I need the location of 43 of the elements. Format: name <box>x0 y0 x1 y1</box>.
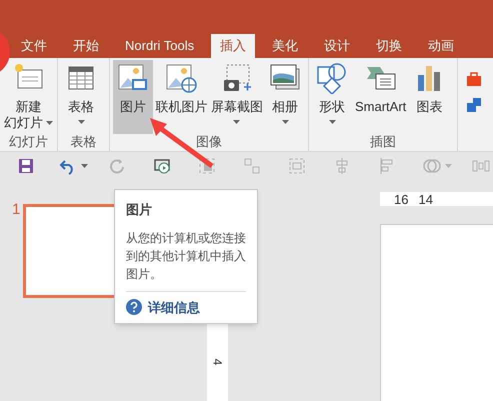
slide-number: 1 <box>12 202 20 217</box>
store-button[interactable] <box>466 71 482 87</box>
save-button[interactable] <box>17 157 35 175</box>
ribbon-tab[interactable]: 切换 <box>367 34 412 58</box>
selection-icon <box>288 157 306 175</box>
shapes-icon <box>316 62 348 94</box>
ribbon-button[interactable]: 相册 <box>265 60 305 134</box>
ribbon-tab[interactable]: 文件 <box>12 34 56 58</box>
tooltip-description: 从您的计算机或您连接到的其他计算机中插入图片。 <box>126 228 246 292</box>
add-in-button[interactable] <box>466 97 482 113</box>
ribbon-button[interactable]: 表格 <box>61 60 101 134</box>
help-link[interactable]: 详细信息 <box>126 292 246 317</box>
group-label: 表格 <box>70 134 98 151</box>
tooltip-title: 图片 <box>126 201 153 219</box>
ruler-number: 4 <box>212 358 224 366</box>
ribbon-button[interactable]: 图片 <box>113 60 153 134</box>
overlapping-circles-icon <box>423 157 441 175</box>
group-label: 幻灯片 <box>8 134 49 151</box>
ribbon-tab[interactable]: Nordri Tools <box>116 34 204 58</box>
ungroup-icon <box>243 157 261 175</box>
ruler-number: 14 <box>418 192 433 206</box>
ribbon-tab[interactable]: 开始 <box>64 34 108 58</box>
help-icon <box>126 299 142 316</box>
ribbon-button[interactable]: 新建 幻灯片 <box>3 60 54 134</box>
ribbon-button[interactable]: SmartArt <box>353 60 408 134</box>
ribbon-tab[interactable]: 美化 <box>263 34 308 58</box>
ribbon-tab[interactable]: 插入 <box>211 34 256 58</box>
group-label: 图像 <box>195 134 223 151</box>
redo-icon <box>108 157 126 175</box>
ribbon-tab[interactable]: 设计 <box>315 34 360 58</box>
slideshow-icon <box>153 157 171 175</box>
ribbon-tab[interactable]: 动画 <box>419 34 464 58</box>
save-icon <box>17 157 35 175</box>
slideshow-button[interactable] <box>153 157 171 175</box>
ribbon-button[interactable]: 形状 <box>312 60 352 134</box>
add-in-icon <box>466 97 482 113</box>
group-icon <box>198 157 216 175</box>
ribbon-button[interactable]: 屏幕截图 <box>210 60 264 134</box>
group-label: 插图 <box>369 134 397 151</box>
ribbon-button[interactable]: 图表 <box>409 60 450 134</box>
shopping-bag-icon <box>466 71 482 87</box>
picture-globe-icon <box>165 62 198 94</box>
ruler-number: 16 <box>394 192 408 206</box>
